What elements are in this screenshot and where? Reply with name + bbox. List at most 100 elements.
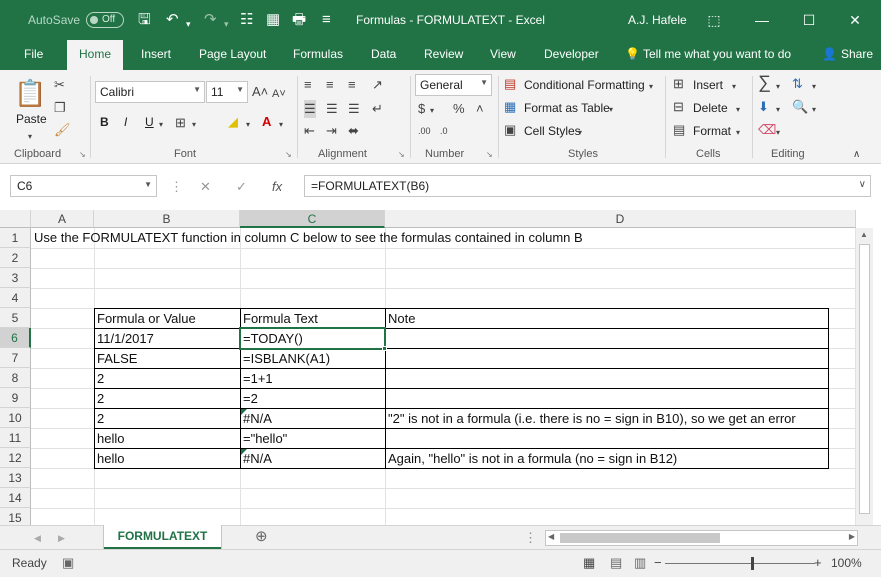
fill-handle[interactable] <box>382 346 387 351</box>
clipboard-launcher-icon[interactable]: ↘ <box>79 150 86 159</box>
middle-align-icon[interactable]: ≡ <box>326 76 334 94</box>
italic-button[interactable]: I <box>124 115 127 129</box>
worksheet-grid[interactable]: A B C D 1 2 3 4 5 6 7 8 9 10 11 12 13 14… <box>0 210 881 525</box>
user-name[interactable]: A.J. Hafele <box>628 13 687 27</box>
align-right-icon[interactable]: ☰ <box>348 100 360 118</box>
top-align-icon[interactable]: ≡ <box>304 76 312 94</box>
font-color-dropdown-icon[interactable]: ▾ <box>279 116 283 134</box>
wrap-text-icon[interactable]: ↵ <box>372 100 383 118</box>
column-header-d[interactable]: D <box>385 210 856 228</box>
cell-b12[interactable]: hello <box>95 449 124 469</box>
conditional-formatting-button[interactable]: Conditional Formatting <box>524 78 645 92</box>
minimize-icon[interactable]: — <box>750 8 774 32</box>
paste-icon[interactable]: 📋 <box>14 78 46 108</box>
borders-icon[interactable]: ⊞ <box>175 114 186 132</box>
sort-dropdown-icon[interactable]: ▾ <box>812 78 816 96</box>
accounting-dropdown-icon[interactable]: ▾ <box>430 102 434 120</box>
row-header[interactable]: 1 <box>0 228 31 248</box>
vertical-scrollbar[interactable]: ▲ <box>856 228 873 525</box>
cell-a1[interactable]: Use the FORMULATEXT function in column C… <box>32 228 583 248</box>
number-launcher-icon[interactable]: ↘ <box>486 150 493 159</box>
cell-b10[interactable]: 2 <box>95 409 104 429</box>
fill-dropdown-icon[interactable]: ▾ <box>776 101 780 119</box>
page-layout-view-icon[interactable]: ▤ <box>610 554 622 572</box>
error-indicator-icon[interactable] <box>241 409 247 415</box>
row-header[interactable]: 10 <box>0 408 31 428</box>
header-cell-b5[interactable]: Formula or Value <box>95 309 196 329</box>
fill-color-icon[interactable]: ◢ <box>228 113 238 131</box>
row-header[interactable]: 11 <box>0 428 31 448</box>
save-icon[interactable]: 🖫 <box>138 10 151 30</box>
zoom-in-icon[interactable]: + <box>814 554 822 572</box>
tell-me-box[interactable]: Tell me what you want to do <box>643 47 791 61</box>
merge-center-icon[interactable]: ⬌ <box>348 122 359 140</box>
page-break-view-icon[interactable]: ▥ <box>634 554 646 572</box>
center-icon[interactable]: ☰ <box>326 100 338 118</box>
cell-b7[interactable]: FALSE <box>95 349 137 369</box>
copy-icon[interactable]: ❐ <box>54 99 66 117</box>
cell-b8[interactable]: 2 <box>95 369 104 389</box>
scroll-right-icon[interactable]: ▶ <box>849 532 855 541</box>
select-all-corner[interactable] <box>0 210 31 228</box>
row-header[interactable]: 2 <box>0 248 31 268</box>
zoom-out-icon[interactable]: − <box>654 554 662 572</box>
chevron-down-icon[interactable]: ▾ <box>578 124 582 142</box>
underline-button[interactable]: U <box>145 115 154 129</box>
cut-icon[interactable]: ✂ <box>54 76 65 94</box>
increase-decimal-icon[interactable]: .00 <box>418 122 431 140</box>
alignment-launcher-icon[interactable]: ↘ <box>398 150 405 159</box>
find-dropdown-icon[interactable]: ▾ <box>812 101 816 119</box>
orientation-icon[interactable]: ↗ <box>372 76 383 94</box>
share-icon[interactable]: 👤 <box>822 47 837 61</box>
delete-cells-icon[interactable]: ⊟ <box>673 98 684 116</box>
row-header[interactable]: 5 <box>0 308 31 328</box>
format-as-table-button[interactable]: Format as Table <box>524 101 610 115</box>
insert-button[interactable]: Insert <box>693 78 723 92</box>
chevron-down-icon[interactable]: ▾ <box>649 78 653 96</box>
share-button[interactable]: Share <box>841 47 873 61</box>
tab-review[interactable]: Review <box>424 47 463 61</box>
collapse-ribbon-icon[interactable]: ∧ <box>853 146 860 164</box>
bold-button[interactable]: B <box>100 115 109 129</box>
column-header-c[interactable]: C <box>240 210 385 228</box>
tab-insert[interactable]: Insert <box>141 47 171 61</box>
align-left-icon[interactable]: ☰ <box>304 100 316 118</box>
tab-formulas[interactable]: Formulas <box>293 47 343 61</box>
format-button[interactable]: Format <box>693 124 731 138</box>
row-header[interactable]: 4 <box>0 288 31 308</box>
prev-sheet-icon[interactable]: ◀ <box>34 529 41 547</box>
row-header[interactable]: 13 <box>0 468 31 488</box>
autosum-icon[interactable]: ∑ <box>758 73 771 91</box>
chevron-down-icon[interactable]: ▾ <box>736 124 740 142</box>
scrollbar-thumb[interactable] <box>859 244 870 514</box>
header-cell-d5[interactable]: Note <box>386 309 415 329</box>
insert-cells-icon[interactable]: ⊞ <box>673 75 684 93</box>
format-painter-icon[interactable]: 🖌 <box>54 121 71 139</box>
font-name-box[interactable]: Calibri ▼ <box>95 81 205 103</box>
font-size-box[interactable]: 11 ▼ <box>206 81 248 103</box>
delete-button[interactable]: Delete <box>693 101 728 115</box>
row-header[interactable]: 8 <box>0 368 31 388</box>
more-icon[interactable]: ⋮ <box>524 529 537 547</box>
fill-dropdown-icon[interactable]: ▾ <box>246 116 250 134</box>
maximize-icon[interactable]: ☐ <box>797 8 821 32</box>
clear-icon[interactable]: ⌫ <box>758 121 776 139</box>
find-select-icon[interactable]: 🔍 <box>792 98 808 116</box>
row-header[interactable]: 9 <box>0 388 31 408</box>
sheet-tab-formulatext[interactable]: FORMULATEXT <box>104 525 221 549</box>
table-icon[interactable]: ▦ <box>266 10 280 30</box>
grow-font-icon[interactable]: A˄ <box>252 83 268 101</box>
cell-b9[interactable]: 2 <box>95 389 104 409</box>
scroll-up-icon[interactable]: ▲ <box>860 230 868 239</box>
chevron-down-icon[interactable]: ▾ <box>736 101 740 119</box>
form-icon[interactable]: ☷ <box>240 10 253 30</box>
tab-file[interactable]: File <box>24 47 43 61</box>
cancel-icon[interactable]: ✕ <box>200 178 211 196</box>
row-header[interactable]: 15 <box>0 508 31 525</box>
paste-button[interactable]: Paste <box>16 112 47 126</box>
autosave-toggle[interactable]: Off <box>86 12 124 28</box>
scroll-left-icon[interactable]: ◀ <box>548 532 554 541</box>
comma-style-icon[interactable]: ˄ <box>476 100 484 118</box>
paste-dropdown-icon[interactable]: ▾ <box>28 128 32 146</box>
chevron-down-icon[interactable]: ▾ <box>609 101 613 119</box>
